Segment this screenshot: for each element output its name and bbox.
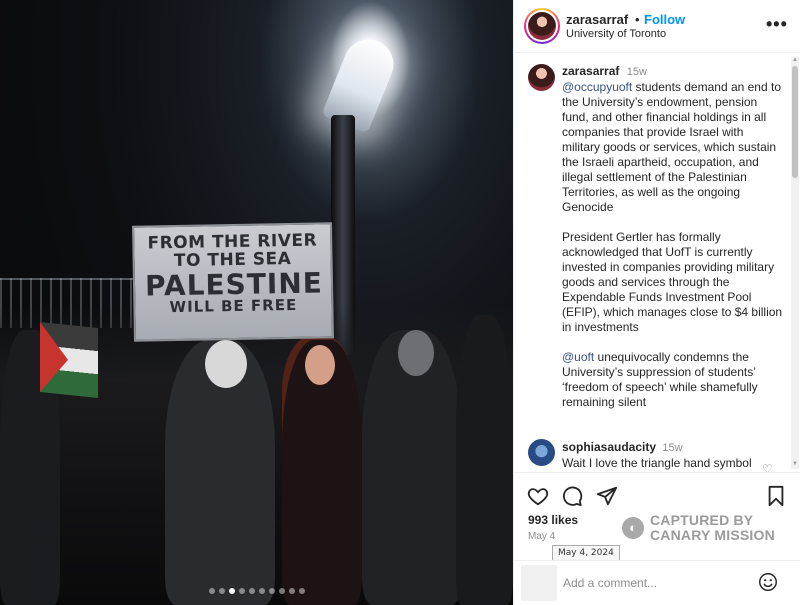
caption-text: students demand an end to the University… <box>562 80 781 214</box>
watermark-text: CAPTURED BY CANARY MISSION <box>650 513 775 543</box>
carousel-dot[interactable] <box>218 588 225 594</box>
caption-time[interactable]: 15w <box>627 66 647 78</box>
comment-text: Wait I love the triangle hand symbol <box>562 456 752 470</box>
carousel-dot[interactable] <box>228 588 235 594</box>
scrollbar-thumb[interactable] <box>792 66 798 178</box>
protester-head <box>305 345 335 385</box>
caption-avatar[interactable] <box>528 64 555 91</box>
post-location[interactable]: University of Toronto <box>566 28 666 40</box>
share-icon[interactable] <box>596 485 618 507</box>
carousel-dot[interactable] <box>238 588 245 594</box>
bookmark-icon[interactable] <box>765 485 787 507</box>
sign-line: WILL BE FREE <box>169 295 298 317</box>
emoji-icon[interactable] <box>757 571 779 593</box>
comment-time[interactable]: 15w <box>662 442 682 454</box>
likes-count[interactable]: 993 likes <box>528 513 578 527</box>
scroll-down-arrow[interactable]: ▼ <box>792 461 798 467</box>
mention-link[interactable]: @occupyuoft <box>562 80 632 94</box>
carousel-dot[interactable] <box>208 588 215 594</box>
canary-mission-logo-icon: ◐ <box>622 517 644 539</box>
protester-head <box>205 340 247 388</box>
add-comment-bar <box>513 560 800 605</box>
author-avatar[interactable] <box>524 8 560 44</box>
caption-username[interactable]: zarasarraf <box>562 64 619 78</box>
add-comment-input[interactable] <box>563 573 753 593</box>
date-tooltip: May 4, 2024 <box>552 545 620 561</box>
comments-scroll-area[interactable]: zarasarraf 15w @occupyuoft students dema… <box>514 54 790 472</box>
carousel-dot[interactable] <box>258 588 265 594</box>
post-actions <box>514 472 800 516</box>
more-options-icon[interactable]: ••• <box>766 14 788 35</box>
protester-head <box>398 330 434 376</box>
watermark: ◐ CAPTURED BY CANARY MISSION <box>622 513 792 545</box>
caption-text: President Gertler has formally acknowled… <box>562 230 783 334</box>
carousel-dot[interactable] <box>288 588 295 594</box>
carousel-dot[interactable] <box>248 588 255 594</box>
comment: sophiasaudacity 15w Wait I love the tria… <box>562 440 772 471</box>
current-user-avatar <box>521 565 557 601</box>
post-header: zarasarraf • Follow University of Toront… <box>514 0 800 53</box>
follow-button[interactable]: Follow <box>644 12 685 27</box>
post-photo[interactable]: FROM THE RIVER TO THE SEA PALESTINE WILL… <box>0 0 513 605</box>
carousel-dot[interactable] <box>278 588 285 594</box>
carousel-dot[interactable] <box>298 588 305 594</box>
scroll-up-arrow[interactable]: ▲ <box>792 57 798 63</box>
mention-link[interactable]: @uoft <box>562 350 594 364</box>
author-username[interactable]: zarasarraf <box>566 12 628 27</box>
commenter-username[interactable]: sophiasaudacity <box>562 440 656 454</box>
post-caption: zarasarraf 15w @occupyuoft students dema… <box>562 64 784 425</box>
palestinian-flag <box>40 321 98 399</box>
post-date[interactable]: May 4 <box>528 531 555 542</box>
carousel-dot[interactable] <box>268 588 275 594</box>
comment-like-icon[interactable]: ♡ <box>762 462 773 472</box>
carousel-dots <box>0 588 513 596</box>
comment-icon[interactable] <box>561 485 583 507</box>
heart-icon[interactable] <box>527 485 549 507</box>
watermark-line: CANARY MISSION <box>650 527 775 543</box>
protest-sign: FROM THE RIVER TO THE SEA PALESTINE WILL… <box>132 222 334 342</box>
watermark-line: CAPTURED BY <box>650 512 754 528</box>
protester <box>456 315 513 605</box>
separator-dot: • <box>635 12 640 27</box>
commenter-avatar[interactable] <box>528 439 555 466</box>
